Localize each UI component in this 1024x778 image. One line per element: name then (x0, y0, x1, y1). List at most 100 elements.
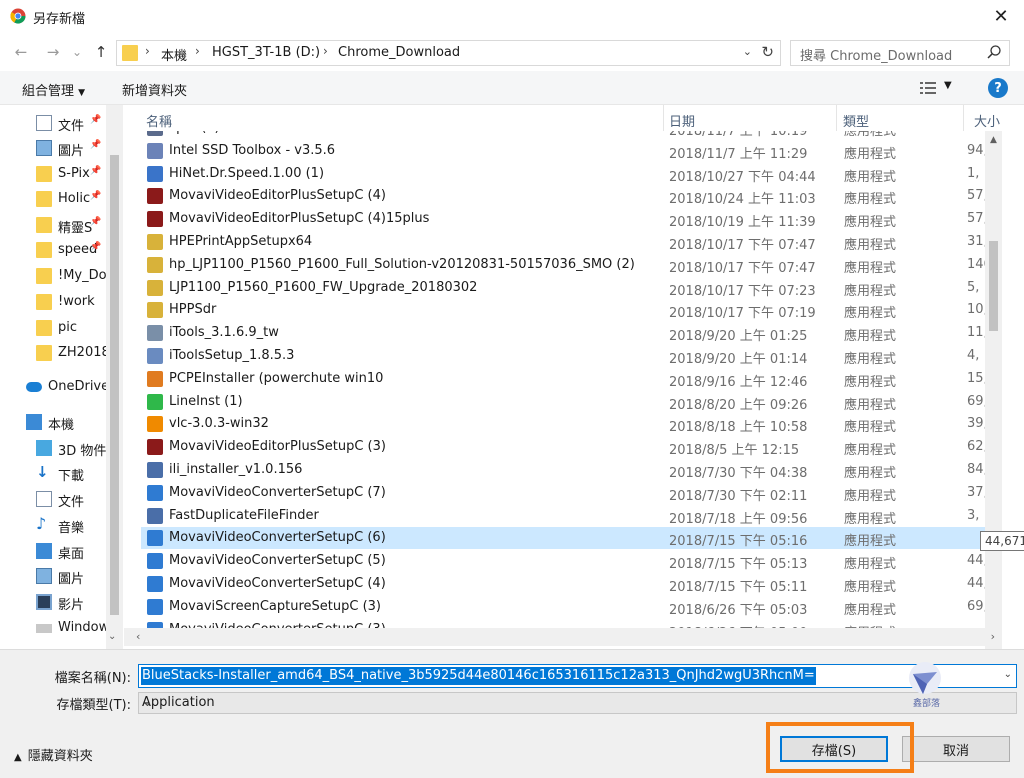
sidebar-item[interactable]: pic (0, 316, 106, 340)
file-type: 應用程式 (844, 443, 897, 459)
scroll-up-arrow-icon[interactable]: ▲ (985, 131, 1002, 148)
file-row[interactable]: hp_LJP1100_P1560_P1600_Full_Solution-v20… (141, 254, 985, 276)
scrollbar-thumb[interactable] (989, 241, 998, 331)
navigation-pane-scrollbar[interactable] (106, 105, 123, 649)
recent-locations-chevron-icon[interactable]: ⌄ (66, 41, 88, 63)
view-dropdown-icon[interactable]: ▼ (944, 80, 952, 91)
file-row[interactable]: iToolsSetup_1.8.5.3 2018/9/20 上午 01:14 應用程… (141, 345, 985, 367)
sidebar-item[interactable]: Windows (0, 616, 106, 640)
address-dropdown-icon[interactable]: ⌄ (743, 45, 752, 58)
file-name: hp_LJP1100_P1560_P1600_Full_Solution-v20… (169, 256, 635, 272)
file-row[interactable]: MovaviVideoEditorPlusSetupC (4)15plus 201… (141, 208, 985, 230)
file-size: 4, (967, 348, 980, 363)
movavi-converter-icon (147, 530, 163, 547)
sidebar-item[interactable]: ZH2018 (0, 341, 106, 365)
scrollbar-thumb[interactable] (110, 155, 119, 615)
sidebar-item[interactable]: Holic 📌 (0, 187, 106, 211)
file-row[interactable]: MovaviVideoConverterSetupC (4) 2018/7/15 … (141, 573, 985, 595)
file-row[interactable]: vlc-3.0.3-win32 2018/8/18 上午 10:58 應用程式 39, (141, 413, 985, 435)
file-row[interactable]: Intel SSD Toolbox - v3.5.6 2018/11/7 上午 1… (141, 140, 985, 162)
view-options-icon[interactable] (920, 81, 936, 95)
breadcrumb-folder[interactable]: Chrome_Download (338, 45, 460, 60)
sidebar-item[interactable]: 文件 (0, 487, 106, 511)
sidebar-item[interactable]: 文件 📌 (0, 111, 106, 135)
address-bar[interactable]: › 本機 › HGST_3T-1B (D:) › Chrome_Download… (116, 40, 781, 66)
file-row[interactable]: MovaviScreenCaptureSetupC (3) 2018/6/26 下… (141, 596, 985, 618)
file-size: 57, (967, 211, 985, 227)
file-list-scrollbar[interactable]: ▲ (985, 131, 1002, 649)
chevron-down-icon[interactable]: ⌄ (108, 631, 116, 642)
organize-button[interactable]: 組合管理 ▼ (22, 80, 85, 99)
file-row[interactable]: PCPEInstaller (powerchute win10 2018/9/16… (141, 368, 985, 390)
sidebar-item[interactable]: 圖片 📌 (0, 136, 106, 160)
sidebar-item[interactable]: OneDrive (0, 375, 106, 399)
new-folder-button[interactable]: 新增資料夾 (122, 80, 187, 99)
filetype-select[interactable]: Application ⌄ (138, 692, 1017, 714)
cancel-button[interactable]: 取消 (902, 736, 1010, 762)
file-row[interactable]: HiNet.Dr.Speed.1.00 (1) 2018/10/27 下午 04:… (141, 163, 985, 185)
search-icon[interactable] (986, 44, 1002, 60)
filename-dropdown-icon[interactable]: ⌄ (1004, 669, 1012, 680)
file-date: 2018/9/20 上午 01:25 (669, 329, 808, 345)
file-size: 94, (967, 142, 985, 158)
help-icon[interactable]: ? (988, 78, 1008, 98)
sidebar-item[interactable]: !work (0, 290, 106, 314)
file-row[interactable]: LJP1100_P1560_P1600_FW_Upgrade_20180302 2… (141, 277, 985, 299)
search-input[interactable]: 搜尋 Chrome_Download (790, 40, 1010, 66)
breadcrumb-this-pc[interactable]: 本機 (161, 45, 187, 64)
sidebar-item[interactable]: S-Pix 📌 (0, 162, 106, 186)
chrome-icon (10, 8, 26, 24)
forward-arrow-icon[interactable]: → (42, 41, 64, 63)
sidebar-item[interactable]: 影片 (0, 590, 106, 614)
folder-icon (36, 268, 52, 284)
file-name: HPPSdr (169, 302, 217, 318)
file-row[interactable]: MovaviVideoConverterSetupC (5) 2018/7/15 … (141, 550, 985, 572)
sidebar-item[interactable]: 3D 物件 (0, 436, 106, 460)
sidebar-item-label: 精靈S (58, 221, 93, 236)
breadcrumb-drive[interactable]: HGST_3T-1B (D:) (212, 45, 320, 60)
file-row[interactable]: FastDuplicateFileFinder 2018/7/18 上午 09:5… (141, 505, 985, 527)
movavi-converter-icon (147, 576, 163, 592)
file-name: MovaviVideoConverterSetupC (6) (169, 530, 386, 546)
horizontal-scrollbar[interactable]: ‹ › (124, 628, 1001, 646)
file-row[interactable]: MovaviVideoEditorPlusSetupC (3) 2018/8/5 … (141, 436, 985, 458)
close-icon[interactable]: ✕ (978, 0, 1024, 33)
column-header-type[interactable]: 類型 (837, 105, 963, 131)
scroll-right-arrow-icon[interactable]: › (991, 630, 995, 643)
file-date: 2018/10/17 下午 07:23 (669, 283, 816, 299)
file-name: LineInst (1) (169, 393, 243, 409)
up-arrow-icon[interactable]: ↑ (90, 41, 112, 63)
file-row[interactable]: MovaviVideoConverterSetupC (7) 2018/7/30 … (141, 482, 985, 504)
filetype-dropdown-icon[interactable]: ⌄ (142, 695, 1012, 710)
file-row[interactable]: cpm (1) 2018/11/7 上午 10:19 應用程式 (141, 131, 985, 139)
sidebar-item[interactable]: 圖片 (0, 564, 106, 588)
column-header-size-label: 大小 (974, 115, 1001, 130)
column-header-size[interactable]: 大小 (964, 105, 1004, 131)
file-type: 應用程式 (844, 397, 897, 413)
sidebar-item[interactable]: speed 📌 (0, 238, 106, 262)
sidebar-item[interactable]: 精靈S 📌 (0, 213, 106, 237)
pin-icon: 📌 (90, 115, 102, 125)
file-row[interactable]: MovaviVideoEditorPlusSetupC (4) 2018/10/2… (141, 185, 985, 207)
filename-value[interactable]: BlueStacks-Installer_amd64_BS4_native_3b… (141, 667, 816, 685)
scroll-left-arrow-icon[interactable]: ‹ (136, 630, 140, 643)
sidebar-item-label: 文件 (58, 495, 85, 510)
sidebar-item[interactable]: 桌面 (0, 539, 106, 563)
column-header-date[interactable]: 日期 (665, 105, 837, 131)
sidebar-item[interactable]: ↓ 下載 (0, 461, 106, 485)
file-row[interactable]: LineInst (1) 2018/8/20 上午 09:26 應用程式 69, (141, 391, 985, 413)
file-row[interactable]: MovaviVideoConverterSetupC (6) 2018/7/15 … (141, 527, 985, 550)
sidebar-item[interactable]: ♪ 音樂 (0, 513, 106, 537)
file-row[interactable]: HPPSdr 2018/10/17 下午 07:19 應用程式 10, (141, 299, 985, 321)
back-arrow-icon[interactable]: ← (10, 41, 32, 63)
file-row[interactable]: iTools_3.1.6.9_tw 2018/9/20 上午 01:25 應用程式 1… (141, 322, 985, 344)
hide-folders-toggle[interactable]: ▲ 隱藏資料夾 (14, 745, 93, 764)
file-row[interactable]: ili_installer_v1.0.156 2018/7/30 下午 04:38… (141, 459, 985, 481)
column-divider[interactable] (663, 105, 664, 131)
file-row[interactable]: HPEPrintAppSetupx64 2018/10/17 下午 07:47 應用… (141, 231, 985, 253)
sidebar-item[interactable]: !My_Do (0, 264, 106, 288)
column-header-name[interactable]: 名稱 (125, 105, 665, 131)
refresh-icon[interactable]: ↻ (761, 43, 774, 61)
filename-field[interactable]: BlueStacks-Installer_amd64_BS4_native_3b… (138, 664, 1017, 688)
sidebar-item[interactable]: 本機 (0, 410, 106, 434)
